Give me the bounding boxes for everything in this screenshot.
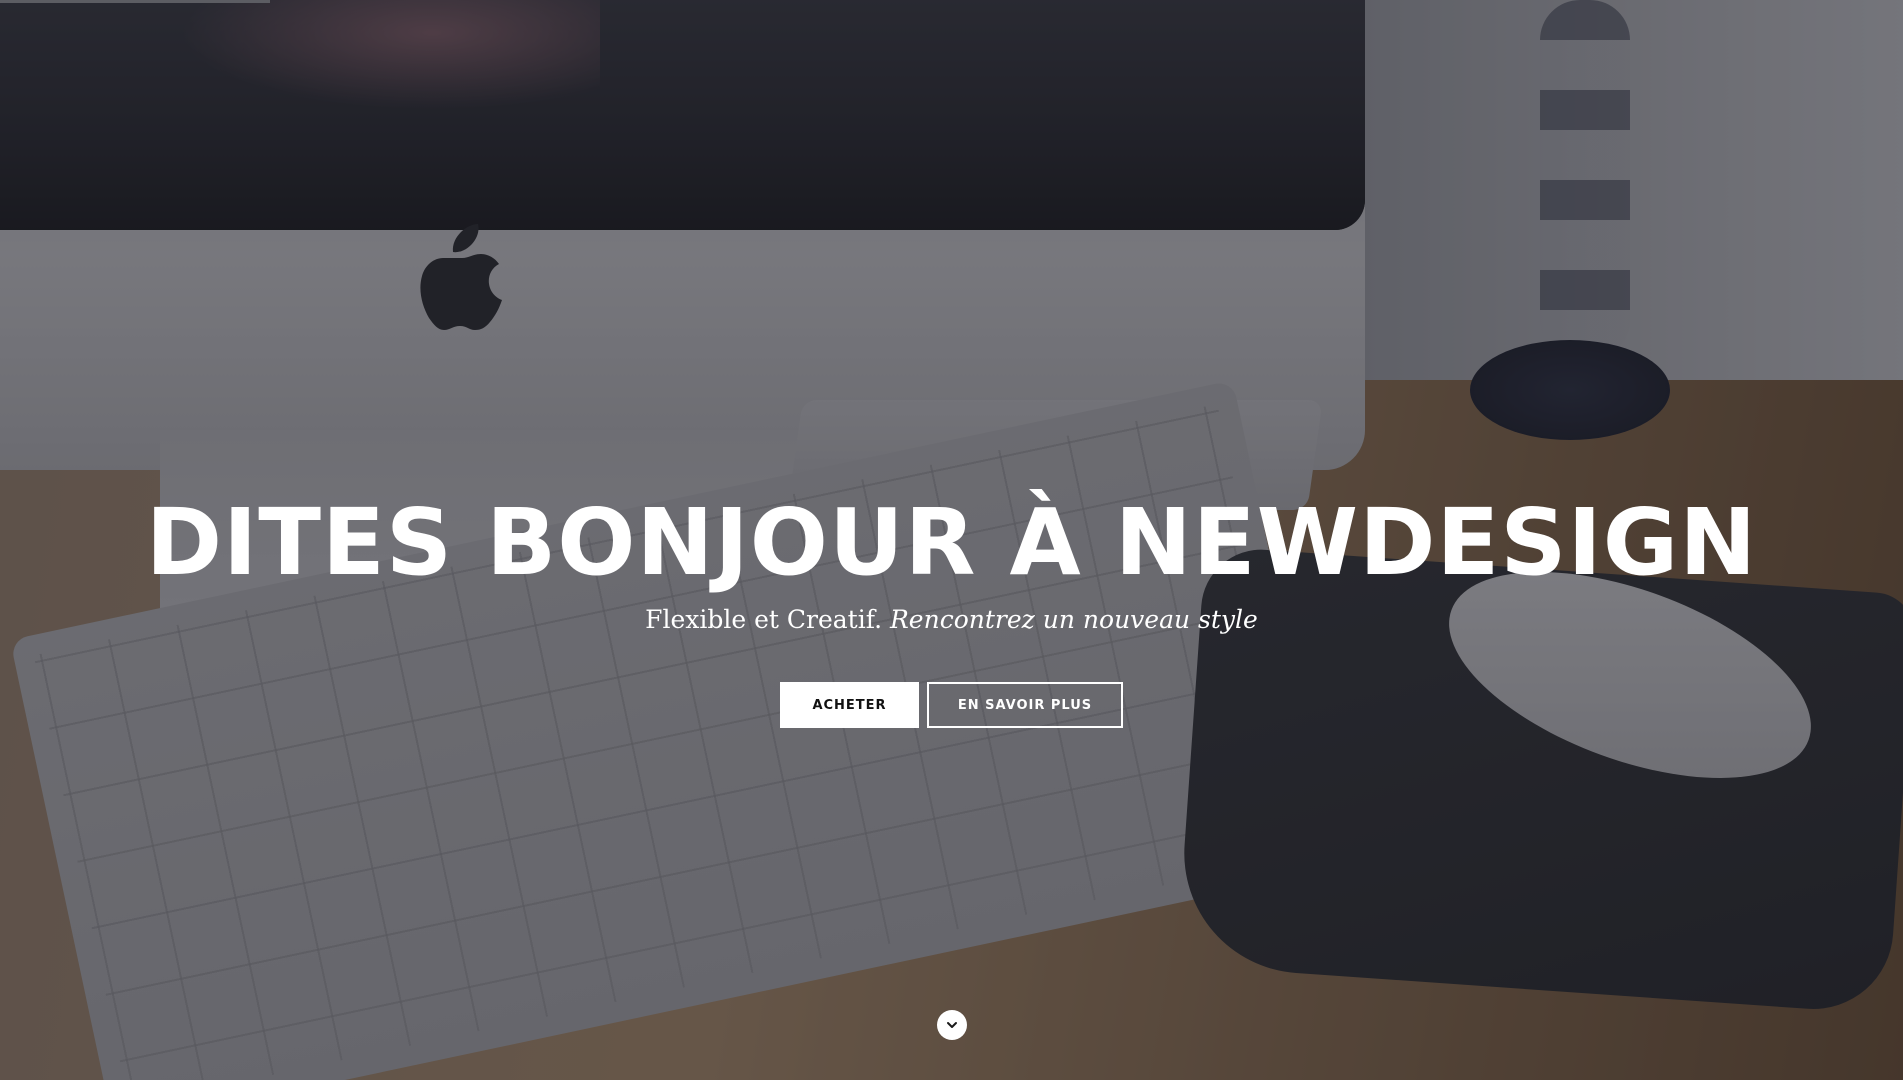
learn-more-button[interactable]: EN SAVOIR PLUS: [927, 682, 1123, 728]
hero-title: DITES BONJOUR À NEWDESIGN: [145, 489, 1758, 596]
hero-subtitle: Flexible et Creatif. Rencontrez un nouve…: [0, 602, 1903, 638]
hero-subtitle-plain: Flexible et Creatif.: [645, 605, 883, 634]
hero-subtitle-italic: Rencontrez un nouveau style: [889, 605, 1258, 634]
hero-content: DITES BONJOUR À NEWDESIGN Flexible et Cr…: [0, 0, 1903, 1080]
buy-button[interactable]: ACHETER: [780, 682, 919, 728]
chevron-down-icon: [947, 1022, 957, 1028]
hero-buttons: ACHETER EN SAVOIR PLUS: [0, 682, 1903, 728]
scroll-down-button[interactable]: [937, 1010, 967, 1040]
